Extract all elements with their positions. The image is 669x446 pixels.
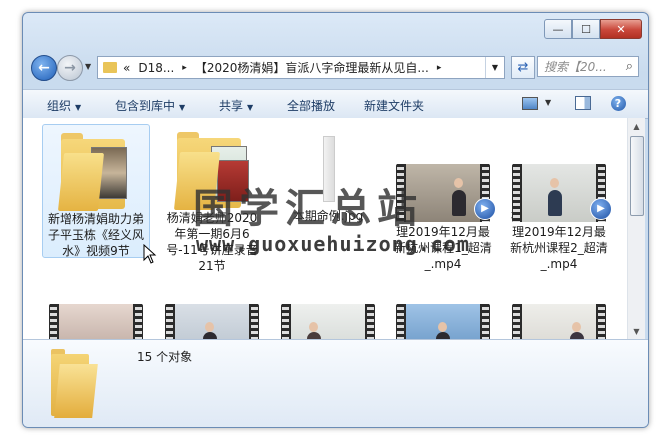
share-label: 共享 [219,99,244,113]
view-options-dropdown-icon[interactable]: ▼ [545,98,551,107]
play-all-button[interactable]: 全部播放 [287,97,335,114]
mouse-cursor-icon [143,244,157,264]
help-icon[interactable]: ? [609,95,627,111]
search-input[interactable]: 搜索【20... ⌕ [537,56,639,77]
address-dropdown-icon[interactable]: ▼ [485,57,504,78]
folder-icon [51,346,98,420]
refresh-icon[interactable]: ⇄ [511,56,535,79]
forward-arrow-icon[interactable]: → [57,55,83,81]
address-segment-folder[interactable]: 【2020杨清娟】盲派八字命理最新从见自... [195,59,429,76]
new-folder-button[interactable]: 新建文件夹 [364,97,424,114]
search-placeholder: 搜索【20... [544,60,607,74]
address-separator[interactable]: ▸ [437,63,442,73]
scroll-down-icon[interactable]: ▼ [628,323,645,339]
file-item-label: 新增杨清娟助力弟子平玉栋《经义风水》视频9节 [47,212,144,258]
folder-icon [103,62,117,73]
watermark-text: 国学汇总站 [193,185,423,232]
file-item-video[interactable]: ▶ 杨清娟盲派八字命理2019年12月最新杭州课程2_超清_.mp4 [506,124,612,272]
close-button[interactable]: ✕ [600,19,642,39]
include-in-library-button[interactable]: 包含到库中 ▼ [115,97,185,114]
search-icon[interactable]: ⌕ [626,59,633,74]
vertical-scrollbar[interactable]: ▲ ▼ [627,118,645,339]
preview-pane-icon[interactable] [574,95,592,111]
scrollbar-thumb[interactable] [630,136,644,216]
media-player-badge-icon: ▶ [474,198,496,220]
address-chevron[interactable]: « [123,61,130,75]
address-segment-drive[interactable]: D18... [138,61,174,75]
navigation-bar: ← → ▼ « D18... ▸ 【2020杨清娟】盲派八字命理最新从见自...… [29,53,641,83]
play-all-label: 全部播放 [287,99,336,113]
watermark-url: www.guoxuehuizong.com [196,232,470,256]
chevron-down-icon: ▼ [179,103,186,112]
file-item-folder[interactable]: 新增杨清娟助力弟子平玉栋《经义风水》视频9节 [42,124,150,258]
maximize-button[interactable]: ☐ [572,19,600,39]
chevron-down-icon: ▼ [247,103,254,112]
back-arrow-icon[interactable]: ← [31,55,57,81]
media-player-badge-icon: ▶ [590,198,612,220]
window-controls: — ☐ ✕ [544,19,642,39]
address-separator[interactable]: ▸ [182,63,187,73]
share-button[interactable]: 共享 ▼ [219,97,253,114]
details-pane: 15 个对象 [23,339,648,427]
include-in-library-label: 包含到库中 [115,99,176,113]
change-view-icon[interactable] [521,95,539,111]
minimize-button[interactable]: — [544,19,572,39]
address-bar[interactable]: « D18... ▸ 【2020杨清娟】盲派八字命理最新从见自... ▸ ▼ [97,56,505,79]
item-count: 15 个对象 [137,350,193,364]
chevron-down-icon: ▼ [75,103,82,112]
video-thumbnail: ▶ [512,124,612,222]
organize-label: 组织 [47,99,72,113]
command-bar: 组织 ▼ 包含到库中 ▼ 共享 ▼ 全部播放 新建文件夹 ▼ ? [23,89,648,119]
scroll-up-icon[interactable]: ▲ [628,118,645,134]
recent-pages-dropdown-icon[interactable]: ▼ [85,62,91,71]
new-folder-label: 新建文件夹 [364,99,425,113]
organize-button[interactable]: 组织 ▼ [47,97,81,114]
folder-icon [57,131,131,211]
